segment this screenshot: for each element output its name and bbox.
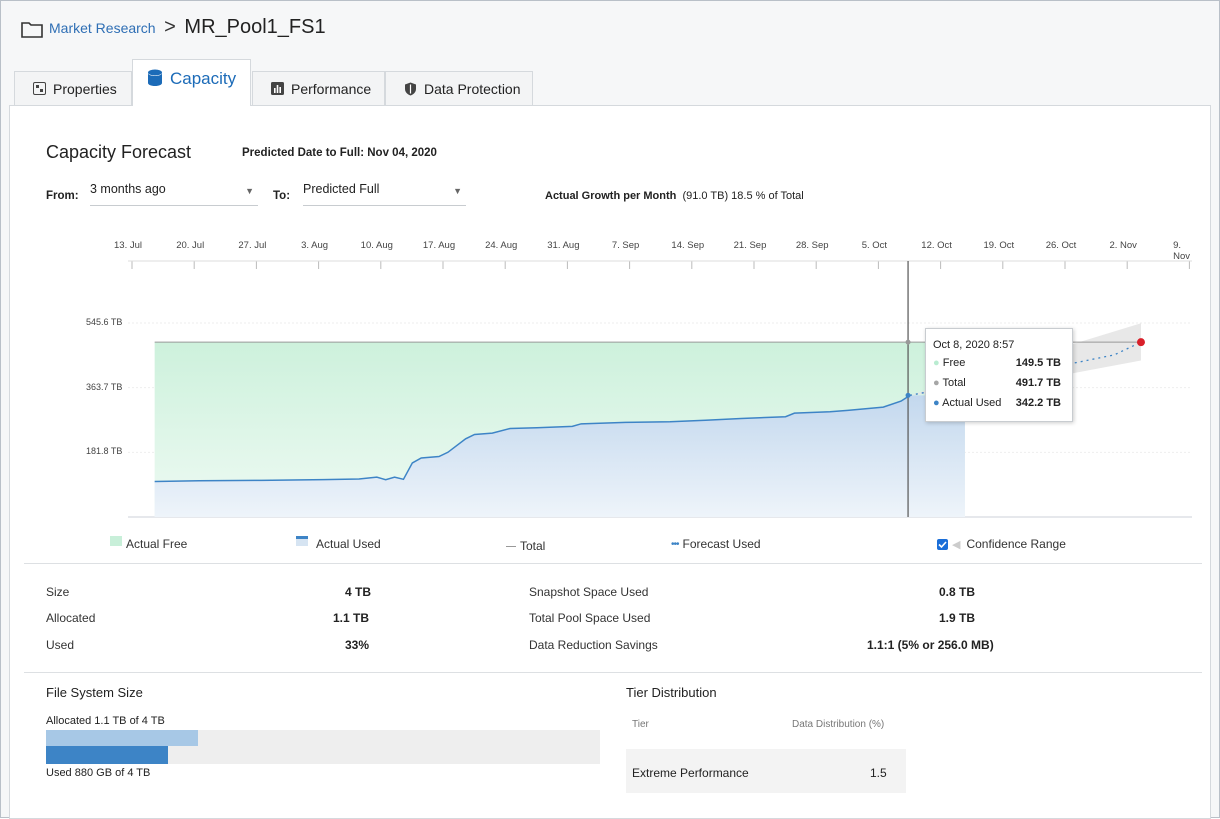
bar-chart-icon [271,82,284,95]
legend-swatch: ••• [671,538,679,550]
divider [24,563,1202,564]
tooltip-row-total: ● Total 491.7 TB [933,377,1069,389]
title-bar: Market Research > MR_Pool1_FS1 [1,1,1219,57]
pool-space-label: Total Pool Space Used [529,611,651,625]
tooltip-row-used: ● Actual Used 342.2 TB [933,397,1069,409]
allocated-value: 1.1 TB [333,611,370,625]
tooltip-dot: ● [933,397,940,409]
capacity-panel: Capacity Forecast Predicted Date to Full… [9,105,1211,819]
breadcrumb-separator: > [164,16,176,38]
data-reduction-label: Data Reduction Savings [529,638,658,652]
fs-size-bar [46,730,600,764]
legend-forecast-used[interactable]: ••• Forecast Used [671,537,761,551]
breadcrumb-parent-link[interactable]: Market Research [49,20,156,36]
chart-tooltip: Oct 8, 2020 8:57 ● Free 149.5 TB ● Total… [925,328,1073,422]
tab-performance[interactable]: Performance [252,71,385,105]
legend-label: Actual Free [126,537,188,551]
legend-confidence-range[interactable]: ◀ Confidence Range [937,537,1066,551]
legend-label: Actual Used [316,537,381,551]
legend-swatch [296,536,308,546]
tooltip-row-free: ● Free 149.5 TB [933,357,1069,369]
legend-label: Confidence Range [966,537,1066,551]
hover-point-total [905,339,911,345]
shield-icon [404,82,417,96]
check-icon [938,540,947,548]
size-value: 4 TB [345,585,372,599]
tooltip-label: Total [942,377,966,389]
legend-swatch [110,536,122,546]
allocated-label: Allocated [46,611,96,625]
size-label: Size [46,585,70,599]
snapshot-label: Snapshot Space Used [529,585,649,599]
fs-used-bar [46,746,168,764]
confidence-checkbox[interactable] [937,538,948,550]
breadcrumb: Market Research > MR_Pool1_FS1 [49,16,326,39]
tier-distribution-title: Tier Distribution [626,685,717,700]
table-row: Extreme Performance 1.5 [626,749,906,793]
properties-icon [33,82,46,95]
hover-point-used [905,392,911,398]
tooltip-dot: ● [933,357,940,369]
breadcrumb-current: MR_Pool1_FS1 [184,16,326,38]
used-label: Used [46,638,75,652]
tab-bar: Properties Capacity Performance Data Pro… [9,59,1219,106]
legend-total[interactable]: Total [506,539,545,553]
pool-space-value: 1.9 TB [939,611,976,625]
tab-label: Data Protection [424,80,521,97]
database-icon [147,69,163,87]
legend-actual-used[interactable]: Actual Used [296,536,381,551]
distribution-col-header: Data Distribution (%) [792,719,885,730]
snapshot-value: 0.8 TB [939,585,976,599]
capacity-chart[interactable] [10,106,1210,536]
data-reduction-value: 1.1:1 (5% or 256.0 MB) [867,638,994,652]
legend-swatch [506,545,516,547]
tooltip-label: Actual Used [942,397,1002,409]
confidence-swatch-icon: ◀ [952,538,961,551]
fs-used-text: Used 880 GB of 4 TB [46,767,151,779]
folder-icon [21,22,43,38]
tooltip-value: 149.5 TB [1015,357,1061,369]
tooltip-dot: ● [933,377,940,389]
tab-label: Capacity [170,69,237,88]
fs-allocated-text: Allocated 1.1 TB of 4 TB [46,715,165,727]
tooltip-date: Oct 8, 2020 8:57 [933,339,1015,351]
legend-label: Total [520,539,546,553]
tab-capacity[interactable]: Capacity [132,59,251,106]
fs-allocated-bar [46,730,199,746]
tab-label: Performance [291,80,372,97]
divider [24,672,1202,673]
tooltip-value: 491.7 TB [1015,377,1061,389]
tab-data-protection[interactable]: Data Protection [385,71,533,105]
tab-label: Properties [53,80,117,97]
window: Market Research > MR_Pool1_FS1 Propertie… [0,0,1220,819]
used-value: 33% [345,638,370,652]
tooltip-label: Free [942,357,966,369]
tier-col-header: Tier [632,719,649,730]
fs-size-title: File System Size [46,685,143,700]
legend-actual-free[interactable]: Actual Free [110,536,188,551]
tab-properties[interactable]: Properties [14,71,132,105]
tier-dist: 1.5 [870,766,887,780]
predicted-full-point [1136,338,1145,347]
legend-label: Forecast Used [682,537,761,551]
tooltip-value: 342.2 TB [1015,397,1061,409]
tier-name: Extreme Performance [632,766,749,780]
